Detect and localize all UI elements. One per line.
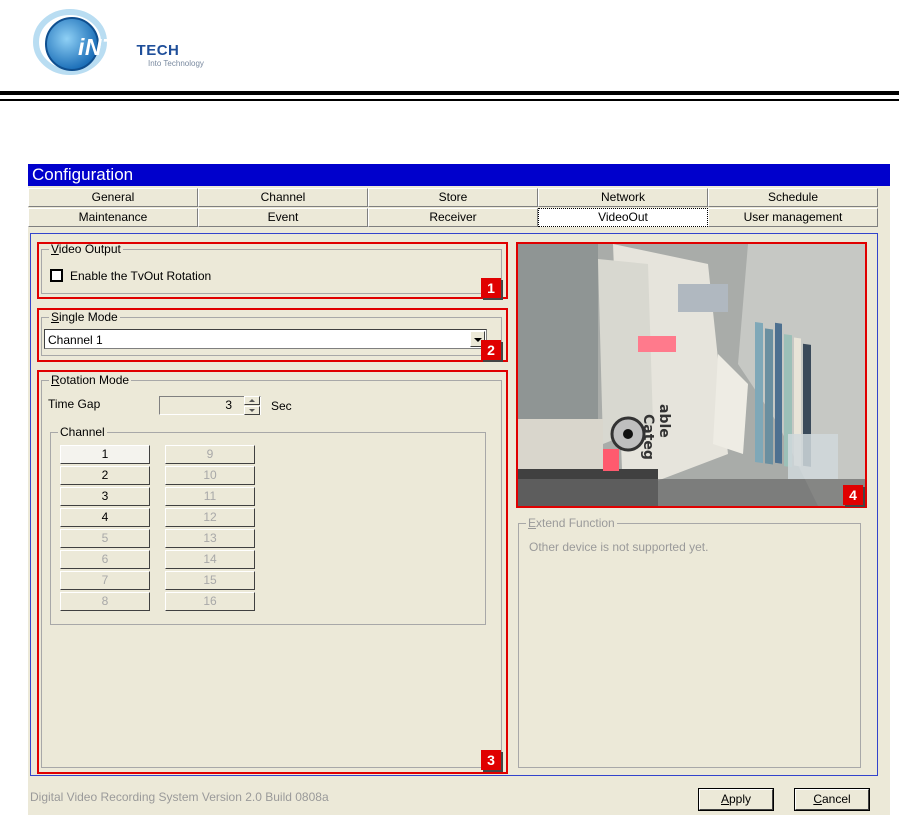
cancel-button[interactable]: Cancel [794, 788, 870, 811]
time-gap-label: Time Gap [48, 397, 101, 411]
single-mode-group-label: Single Mode [49, 310, 120, 324]
header-rule-thick [0, 91, 899, 95]
tab-receiver[interactable]: Receiver [368, 208, 538, 227]
channel-button-3[interactable]: 3 [60, 487, 150, 506]
extend-function-group: Extend Function Other device is not supp… [518, 517, 861, 768]
channel-button-4[interactable]: 4 [60, 508, 150, 527]
tab-maintenance[interactable]: Maintenance [28, 208, 198, 227]
callout-badge-2: 2 [481, 340, 501, 360]
channel-button-16[interactable]: 16 [165, 592, 255, 611]
single-mode-selected-value: Channel 1 [48, 333, 103, 347]
channel-button-8[interactable]: 8 [60, 592, 150, 611]
channel-button-1[interactable]: 1 [60, 445, 150, 464]
tvout-rotation-checkbox[interactable] [50, 269, 63, 282]
video-output-group-label: Video Output [49, 242, 123, 256]
tab-general[interactable]: General [28, 188, 198, 207]
company-logo: iNTO TECH Into Technology [28, 6, 228, 76]
callout-badge-1: 1 [481, 278, 501, 298]
channel-group: Channel 12345678 9 10 11 12 13 14 15 16 [50, 426, 486, 625]
channel-button-10[interactable]: 10 [165, 466, 255, 485]
extend-function-message: Other device is not supported yet. [529, 540, 709, 554]
camera-feed-image: able Categ [518, 244, 865, 506]
tab-strip: General Channel Store Network Schedule M… [28, 188, 878, 228]
channel-button-6[interactable]: 6 [60, 550, 150, 569]
spin-down-arrow-icon[interactable] [244, 406, 260, 415]
channel-button-2[interactable]: 2 [60, 466, 150, 485]
sign-text-2: Categ [640, 414, 656, 460]
channel-button-14[interactable]: 14 [165, 550, 255, 569]
time-gap-unit: Sec [271, 399, 292, 413]
logo-main-text: iNTO [78, 34, 135, 60]
channel-button-5[interactable]: 5 [60, 529, 150, 548]
sign-text-1: able [656, 404, 672, 438]
channel-button-7[interactable]: 7 [60, 571, 150, 590]
channel-button-13[interactable]: 13 [165, 529, 255, 548]
tab-videoout[interactable]: VideoOut [538, 208, 708, 227]
channel-button-12[interactable]: 12 [165, 508, 255, 527]
channel-button-9[interactable]: 9 [165, 445, 255, 464]
rotation-mode-group-label: Rotation Mode [49, 373, 132, 387]
channel-button-15[interactable]: 15 [165, 571, 255, 590]
single-mode-group: Single Mode Channel 1 [41, 311, 502, 356]
apply-button[interactable]: Apply [698, 788, 774, 811]
version-text: Digital Video Recording System Version 2… [30, 790, 329, 804]
window-title: Configuration [28, 164, 890, 186]
tab-row-1: General Channel Store Network Schedule [28, 188, 878, 207]
time-gap-spinner[interactable] [244, 396, 260, 415]
channel-button-11[interactable]: 11 [165, 487, 255, 506]
tvout-rotation-label: Enable the TvOut Rotation [70, 269, 212, 283]
tab-store[interactable]: Store [368, 188, 538, 207]
tab-event[interactable]: Event [198, 208, 368, 227]
rotation-mode-group: Rotation Mode Time Gap 3 Sec Channel 123… [41, 374, 502, 768]
channel-group-label: Channel [58, 425, 107, 439]
video-output-group: Video Output Enable the TvOut Rotation [41, 243, 502, 294]
tab-schedule[interactable]: Schedule [708, 188, 878, 207]
logo-tagline: Into Technology [148, 59, 204, 68]
tab-channel[interactable]: Channel [198, 188, 368, 207]
configuration-window: Configuration General Channel Store Netw… [28, 164, 890, 815]
tab-network[interactable]: Network [538, 188, 708, 207]
tab-content-panel: Video Output Enable the TvOut Rotation 1… [30, 233, 878, 776]
spin-up-arrow-icon[interactable] [244, 396, 260, 405]
tab-row-2: Maintenance Event Receiver VideoOut User… [28, 208, 878, 227]
camera-preview: able Categ [518, 244, 865, 506]
single-mode-select[interactable]: Channel 1 [44, 329, 487, 349]
extend-function-group-label: Extend Function [526, 516, 617, 530]
callout-badge-3: 3 [481, 750, 501, 770]
header-rule-thin [0, 99, 899, 101]
callout-badge-4: 4 [843, 485, 863, 505]
tab-user-management[interactable]: User management [708, 208, 878, 227]
logo-suffix-text: TECH [136, 42, 180, 59]
